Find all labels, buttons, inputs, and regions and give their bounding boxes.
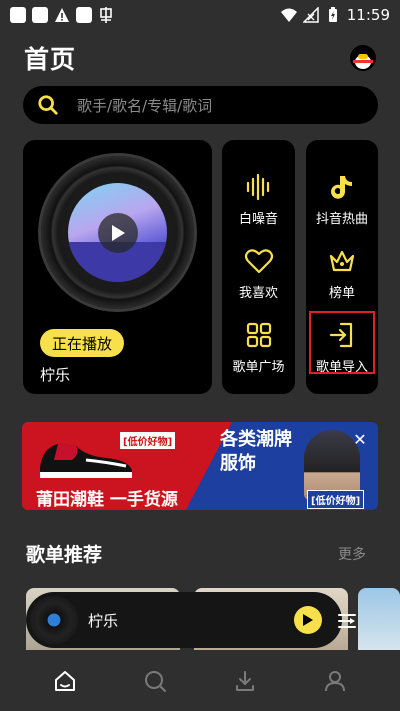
grid-icon xyxy=(246,322,271,348)
ad-banner[interactable]: [低价好物] 莆田潮鞋 一手货源 各类潮牌服饰 [低价好物] ✕ xyxy=(22,422,378,510)
vinyl-record[interactable] xyxy=(41,156,194,309)
banner-main-text: 莆田潮鞋 一手货源 xyxy=(36,490,178,510)
banner-right-title: 各类潮牌服饰 xyxy=(220,429,292,474)
notification-icon xyxy=(76,7,92,23)
highlight-box xyxy=(309,311,375,374)
bottom-nav xyxy=(0,650,400,711)
feature-favorites[interactable]: 我喜欢 xyxy=(222,246,295,301)
status-time: 11:59 xyxy=(346,6,390,24)
feature-charts[interactable]: 榜单 xyxy=(306,246,378,301)
song-title: 柠乐 xyxy=(40,366,71,384)
mini-disc-icon xyxy=(30,596,78,644)
notification-icon xyxy=(10,7,26,23)
nav-home[interactable] xyxy=(50,666,80,696)
now-playing-card[interactable]: 正在播放 柠乐 xyxy=(23,140,212,394)
waveform-icon xyxy=(246,173,269,201)
section-title: 歌单推荐 xyxy=(26,544,103,566)
signal-icon xyxy=(302,7,319,23)
more-link[interactable]: 更多 xyxy=(338,544,366,564)
penguin-avatar-icon[interactable] xyxy=(350,45,376,71)
wifi-icon xyxy=(280,8,297,22)
mini-player[interactable]: 柠乐 xyxy=(26,592,342,648)
feature-label: 歌单广场 xyxy=(232,360,285,375)
notification-icon xyxy=(32,7,48,23)
mini-player-title: 柠乐 xyxy=(88,612,119,630)
play-icon xyxy=(303,614,313,626)
nav-search[interactable] xyxy=(140,666,170,696)
status-bar: 11:59 xyxy=(0,0,400,30)
search-icon xyxy=(145,670,166,692)
nav-profile[interactable] xyxy=(320,666,350,696)
feature-label: 我喜欢 xyxy=(238,286,278,301)
heart-icon xyxy=(244,249,273,274)
header: 首页 xyxy=(24,40,376,76)
feature-label: 白噪音 xyxy=(238,212,278,227)
feature-label: 抖音热曲 xyxy=(315,212,368,227)
page-title: 首页 xyxy=(24,45,77,74)
search-input[interactable]: 歌手/歌名/专辑/歌词 xyxy=(77,95,212,116)
warning-icon xyxy=(55,8,69,22)
nav-download[interactable] xyxy=(230,666,260,696)
feature-playlist-square[interactable]: 歌单广场 xyxy=(222,320,295,375)
mini-play-button[interactable] xyxy=(294,606,322,634)
app-icon xyxy=(100,7,112,23)
tiktok-icon xyxy=(331,176,352,199)
home-icon xyxy=(55,670,75,691)
banner-tag: [低价好物] xyxy=(120,432,176,449)
search-bar[interactable]: 歌手/歌名/专辑/歌词 xyxy=(23,86,378,124)
close-icon[interactable]: ✕ xyxy=(350,430,370,450)
playlist-queue-icon[interactable] xyxy=(336,610,358,632)
play-icon xyxy=(112,225,125,241)
banner-tag: [低价好物] xyxy=(307,490,365,509)
now-playing-badge[interactable]: 正在播放 xyxy=(40,329,125,357)
user-icon xyxy=(325,670,345,691)
feature-white-noise[interactable]: 白噪音 xyxy=(222,172,295,227)
download-icon xyxy=(236,670,254,691)
feature-tiktok-hits[interactable]: 抖音热曲 xyxy=(306,172,378,227)
features-right-card: 抖音热曲 榜单 歌单导入 xyxy=(306,140,378,394)
search-icon xyxy=(38,95,58,115)
features-middle-card: 白噪音 我喜欢 歌单广场 xyxy=(222,140,295,394)
battery-icon xyxy=(328,7,337,22)
playlist-thumbnail[interactable] xyxy=(358,588,400,658)
feature-label: 榜单 xyxy=(328,286,355,301)
play-button[interactable] xyxy=(98,213,138,253)
crown-icon xyxy=(329,250,355,272)
